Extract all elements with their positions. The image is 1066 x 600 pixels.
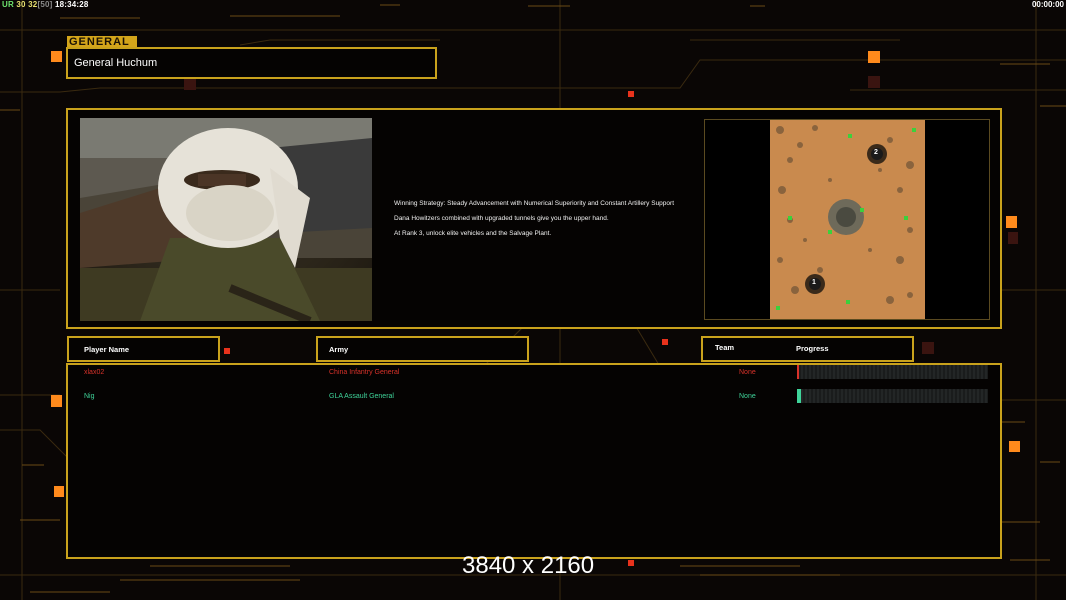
map-start-2: 2 (874, 149, 878, 156)
player-army: GLA Assault General (329, 393, 394, 400)
progress-header: Progress (796, 344, 829, 353)
strategy-line: Winning Strategy: Steady Advancement wit… (394, 200, 674, 207)
player-progress-bar (797, 365, 988, 379)
hud-tag: UR (2, 0, 14, 9)
map-preview: 2 1 (770, 120, 925, 319)
rank-unlock-line: At Rank 3, unlock elite vehicles and the… (394, 230, 552, 237)
hud-bracket-value: [50] (37, 0, 53, 9)
map-start-1: 1 (812, 279, 816, 286)
resolution-label: 3840 x 2160 (462, 552, 595, 579)
player-team: None (739, 369, 756, 376)
player-progress-fill (797, 389, 801, 403)
army-header: Army (329, 345, 349, 354)
player-name: xlax02 (84, 369, 105, 376)
player-progress-bar (797, 389, 988, 403)
hud-timer: 00:00:00 (1031, 0, 1064, 9)
hud-clock: 18:34:28 (54, 0, 89, 9)
player-name: Nig (84, 393, 95, 400)
hud-value-1: 30 (16, 0, 26, 9)
general-name: General Huchum (74, 57, 158, 69)
general-portrait (80, 118, 372, 321)
player-progress-fill (797, 365, 799, 379)
player-army: China Infantry General (329, 369, 400, 376)
player-team: None (739, 393, 756, 400)
team-header: Team (715, 343, 735, 352)
tactics-line: Dana Howitzers combined with upgraded tu… (394, 215, 609, 222)
player-name-header: Player Name (84, 345, 130, 354)
hud-stats: UR 30 32[50] 18:34:28 (2, 0, 89, 9)
